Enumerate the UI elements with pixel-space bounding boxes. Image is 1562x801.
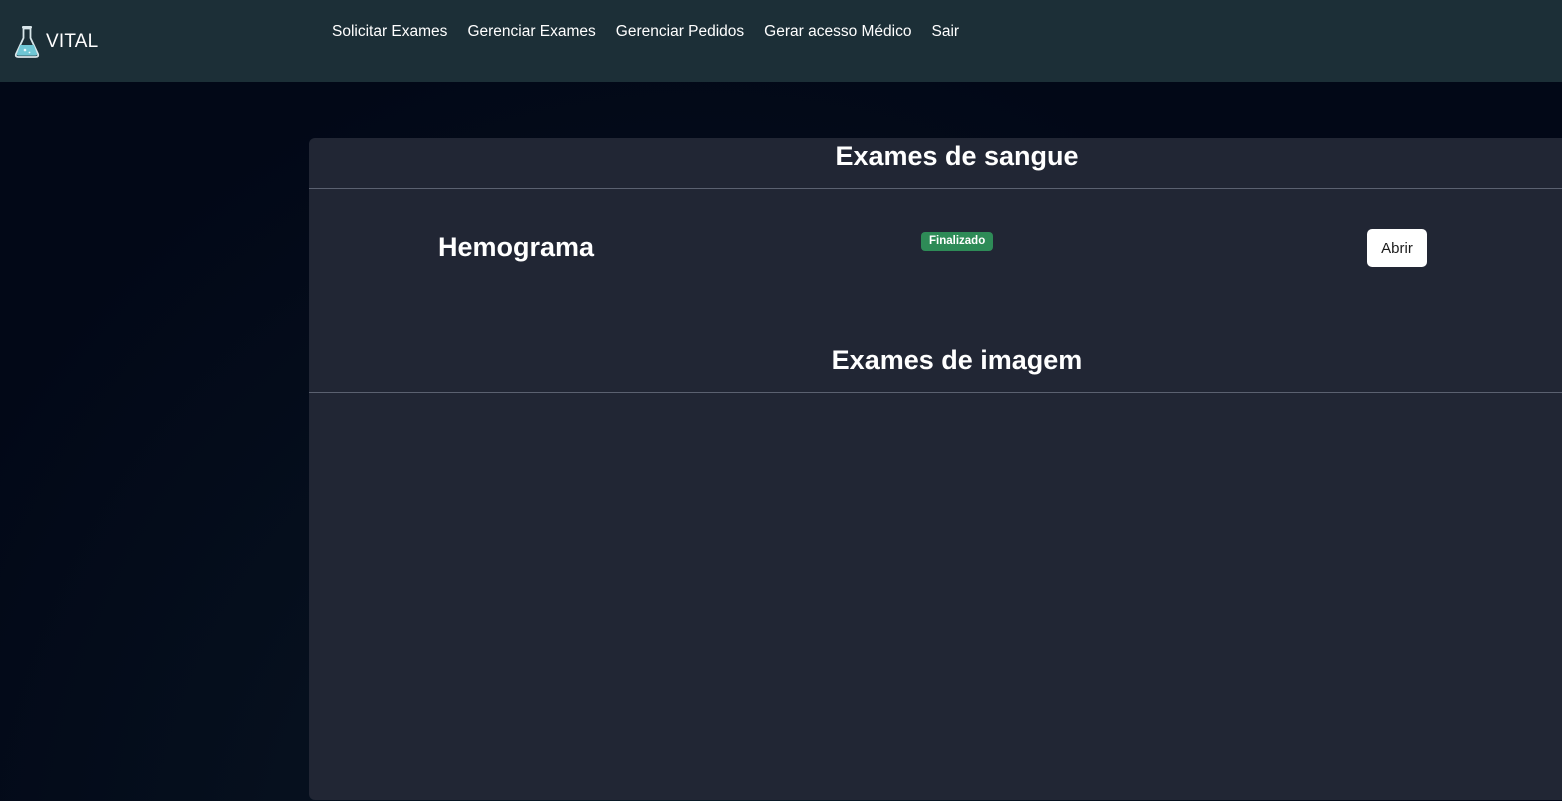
nav-gerar-acesso-medico[interactable]: Gerar acesso Médico bbox=[764, 23, 911, 41]
brand-link[interactable]: VITAL bbox=[14, 25, 98, 59]
brand-name: VITAL bbox=[46, 31, 99, 52]
nav-sair[interactable]: Sair bbox=[931, 23, 959, 41]
main-nav: Solicitar Exames Gerenciar Exames Gerenc… bbox=[332, 23, 959, 41]
exam-name: Hemograma bbox=[438, 232, 595, 262]
flask-icon bbox=[14, 25, 40, 59]
nav-solicitar-exames[interactable]: Solicitar Exames bbox=[332, 23, 447, 41]
nav-gerenciar-exames[interactable]: Gerenciar Exames bbox=[467, 23, 595, 41]
page: VITAL Solicitar Exames Gerenciar Exames … bbox=[0, 0, 1562, 801]
navbar: VITAL Solicitar Exames Gerenciar Exames … bbox=[0, 0, 1562, 82]
imaging-exams-divider bbox=[309, 392, 1562, 393]
nav-gerenciar-pedidos[interactable]: Gerenciar Pedidos bbox=[616, 23, 744, 41]
blood-exams-title: Exames de sangue bbox=[835, 141, 1079, 171]
imaging-exams-title: Exames de imagem bbox=[831, 345, 1083, 375]
exams-card: Exames de sangue Hemograma Finalizado Ab… bbox=[309, 138, 1562, 800]
exam-row: Hemograma Finalizado Abrir bbox=[309, 226, 1562, 272]
status-badge: Finalizado bbox=[921, 232, 994, 251]
blood-exams-divider bbox=[309, 188, 1562, 189]
open-exam-button[interactable]: Abrir bbox=[1367, 229, 1427, 267]
